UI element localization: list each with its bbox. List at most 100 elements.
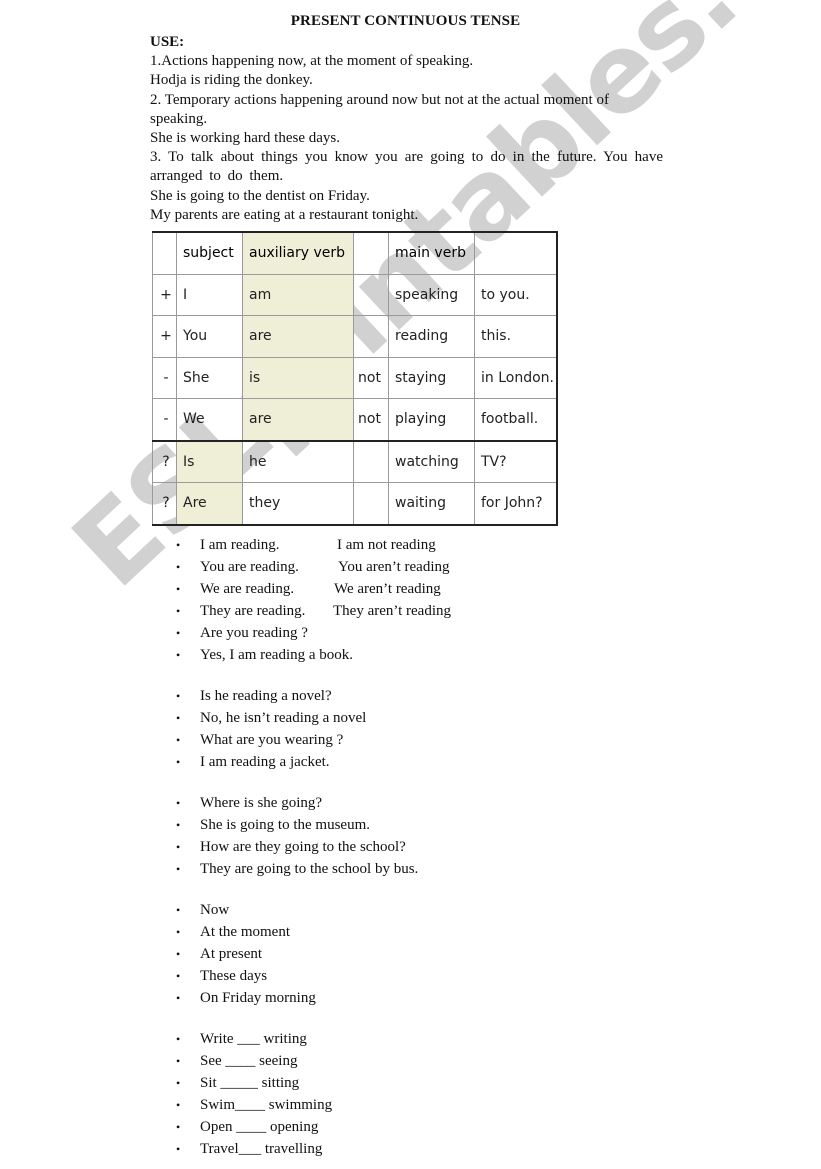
bullet-icon: • xyxy=(176,626,181,640)
worksheet-page: ESLprintables.com PRESENT CONTINUOUS TEN… xyxy=(0,0,821,1169)
table-cell: - xyxy=(152,356,177,399)
header-cell xyxy=(152,231,177,275)
table-cell: in London. xyxy=(474,356,558,399)
table-cell: - xyxy=(152,398,177,441)
bullet-icon: • xyxy=(176,903,181,917)
table-cell xyxy=(353,315,389,358)
list-item: • On Friday morning xyxy=(0,987,316,1009)
table-cell: he xyxy=(242,439,354,483)
table-cell: speaking xyxy=(388,273,475,316)
negative-text: You aren’t reading xyxy=(338,559,450,575)
list-item: • Where is she going? xyxy=(0,792,418,814)
list-text: Travel___ travelling xyxy=(200,1141,323,1157)
use-point-1: 1.Actions happening now, at the moment o… xyxy=(150,53,474,70)
list-text: I am reading a jacket. xyxy=(200,754,330,770)
affirmative-negative-list: • I am reading. I am not reading • You are … xyxy=(0,534,451,666)
table-cell: this. xyxy=(474,315,558,358)
table-cell: they xyxy=(242,482,354,526)
bullet-icon: • xyxy=(176,689,181,703)
table-cell: TV? xyxy=(474,439,558,483)
use-example-3a: She is going to the dentist on Friday. xyxy=(150,187,370,204)
header-cell xyxy=(474,231,558,275)
bullet-icon: • xyxy=(176,755,181,769)
table-cell: reading xyxy=(388,315,475,358)
bullet-icon: • xyxy=(176,991,181,1005)
affirmative-text: You are reading. xyxy=(200,559,299,575)
affirmative-text: They are reading. xyxy=(200,603,306,619)
list-text: Swim____ swimming xyxy=(200,1097,333,1113)
list-item: • At the moment xyxy=(0,921,316,943)
list-text: Is he reading a novel? xyxy=(200,688,332,704)
bullet-icon: • xyxy=(176,1142,181,1156)
bullet-icon: • xyxy=(176,1054,181,1068)
table-cell: + xyxy=(152,273,177,316)
table-cell: She xyxy=(176,356,243,399)
table-cell: + xyxy=(152,315,177,358)
negative-text: We aren’t reading xyxy=(334,581,441,597)
bullet-icon: • xyxy=(176,711,181,725)
list-item: • See ____ seeing xyxy=(0,1050,332,1072)
use-point-2: 2. Temporary actions happening around no… xyxy=(150,91,609,127)
list-text: How are they going to the school? xyxy=(200,839,406,855)
list-text: Where is she going? xyxy=(200,795,323,811)
table-cell: playing xyxy=(388,398,475,441)
bullet-icon: • xyxy=(176,1032,181,1046)
spelling-list: • Write ___ writing • See ____ seeing • Sit… xyxy=(0,1028,332,1160)
bullet-icon: • xyxy=(176,582,181,596)
list-item: • Open ____ opening xyxy=(0,1116,332,1138)
table-cell: to you. xyxy=(474,273,558,316)
time-expressions-list: • Now • At the moment • At present • These d… xyxy=(0,899,316,1009)
bullet-icon: • xyxy=(176,1076,181,1090)
list-text: On Friday morning xyxy=(200,990,316,1006)
table-row: - We are not playing football. xyxy=(152,398,558,441)
table-cell: watching xyxy=(388,439,475,483)
table-cell xyxy=(353,439,389,483)
list-item: • They are reading. They aren’t reading xyxy=(0,600,451,622)
bullet-icon: • xyxy=(176,818,181,832)
questions-list-2: • Where is she going? • She is going to th… xyxy=(0,792,418,880)
list-text: Open ____ opening xyxy=(200,1119,319,1135)
table-cell: are xyxy=(242,398,354,441)
questions-list-1: • Is he reading a novel? • No, he isn’t re… xyxy=(0,685,366,773)
bullet-icon: • xyxy=(176,947,181,961)
list-item: • These days xyxy=(0,965,316,987)
table-cell: waiting xyxy=(388,482,475,526)
list-text: See ____ seeing xyxy=(200,1053,298,1069)
list-item: • You are reading. You aren’t reading xyxy=(0,556,450,578)
list-text: No, he isn’t reading a novel xyxy=(200,710,367,726)
bullet-icon: • xyxy=(176,925,181,939)
table-header-row: subject auxiliary verb main verb xyxy=(152,231,558,275)
table-cell: We xyxy=(176,398,243,441)
table-row: + You are reading this. xyxy=(152,315,558,358)
list-item: • I am reading. I am not reading xyxy=(0,534,436,556)
bullet-icon: • xyxy=(176,604,181,618)
header-cell-auxiliary: auxiliary verb xyxy=(242,231,354,275)
affirmative-text: We are reading. xyxy=(200,581,295,597)
header-cell-subject: subject xyxy=(176,231,243,275)
list-item: • Are you reading ? xyxy=(0,622,353,644)
list-item: • At present xyxy=(0,943,316,965)
table-cell: am xyxy=(242,273,354,316)
table-row: ? Are they waiting for John? xyxy=(152,482,558,526)
use-point-3: 3. To talk about things you know you are… xyxy=(150,149,663,185)
list-item: • Sit _____ sitting xyxy=(0,1072,332,1094)
table-cell xyxy=(353,482,389,526)
table-cell: ? xyxy=(152,439,177,483)
list-text: They are going to the school by bus. xyxy=(200,861,419,877)
table-cell: is xyxy=(242,356,354,399)
list-text: These days xyxy=(200,968,268,984)
list-text: Are you reading ? xyxy=(200,625,308,641)
usage-section: USE: 1.Actions happening now, at the mom… xyxy=(150,33,663,225)
use-example-2: She is working hard these days. xyxy=(150,130,340,147)
list-item: • Travel___ travelling xyxy=(0,1138,332,1160)
table-cell: football. xyxy=(474,398,558,441)
bullet-icon: • xyxy=(176,538,181,552)
bullet-icon: • xyxy=(176,862,181,876)
table-cell: not xyxy=(353,356,389,399)
bullet-icon: • xyxy=(176,796,181,810)
list-text: Now xyxy=(200,902,230,918)
list-text: At the moment xyxy=(200,924,290,940)
list-item: • How are they going to the school? xyxy=(0,836,418,858)
list-item: • I am reading a jacket. xyxy=(0,751,366,773)
list-text: Yes, I am reading a book. xyxy=(200,647,354,663)
